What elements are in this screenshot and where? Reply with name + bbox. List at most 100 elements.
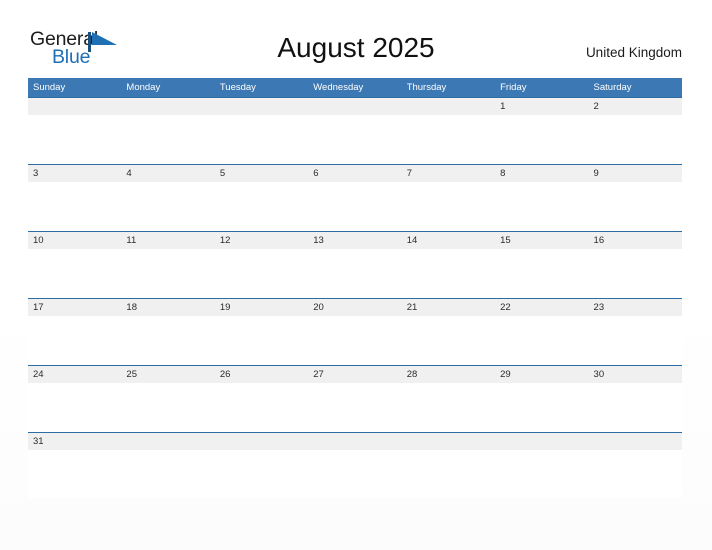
day-note-area[interactable] <box>214 182 309 230</box>
day-note-area[interactable] <box>28 316 122 364</box>
day-cell[interactable] <box>121 98 214 115</box>
weekday-header-wednesday: Wednesday <box>313 82 364 93</box>
day-cell[interactable] <box>28 98 121 115</box>
day-note-area[interactable] <box>495 249 589 297</box>
day-cell[interactable] <box>215 98 308 115</box>
day-note-area[interactable] <box>214 115 309 163</box>
day-note-area[interactable] <box>495 383 589 431</box>
week-date-strip: 1 2 <box>28 98 682 115</box>
day-note-area[interactable] <box>308 450 402 498</box>
day-note-area[interactable] <box>214 249 309 297</box>
day-note-area[interactable] <box>214 450 309 498</box>
week-row: 3 4 5 6 7 8 9 <box>28 164 682 231</box>
day-cell[interactable]: 10 <box>28 232 121 249</box>
day-note-area[interactable] <box>495 115 589 163</box>
day-cell[interactable]: 16 <box>589 232 682 249</box>
day-note-area[interactable] <box>121 450 215 498</box>
day-cell[interactable] <box>215 433 308 450</box>
day-note-area[interactable] <box>495 182 589 230</box>
day-cell[interactable]: 6 <box>308 165 401 182</box>
day-note-area[interactable] <box>308 182 402 230</box>
day-note-area[interactable] <box>588 450 682 498</box>
day-cell[interactable]: 26 <box>215 366 308 383</box>
day-cell[interactable]: 12 <box>215 232 308 249</box>
day-note-area[interactable] <box>401 316 496 364</box>
day-note-area[interactable] <box>28 249 122 297</box>
day-note-area[interactable] <box>588 115 682 163</box>
day-cell[interactable]: 13 <box>308 232 401 249</box>
day-note-area[interactable] <box>214 316 309 364</box>
day-note-area[interactable] <box>588 316 682 364</box>
day-note-area[interactable] <box>588 383 682 431</box>
day-cell[interactable]: 7 <box>402 165 495 182</box>
day-cell[interactable] <box>402 433 495 450</box>
day-cell[interactable]: 30 <box>589 366 682 383</box>
week-body <box>28 450 682 498</box>
day-cell[interactable]: 15 <box>495 232 588 249</box>
day-cell[interactable]: 22 <box>495 299 588 316</box>
day-cell[interactable]: 25 <box>121 366 214 383</box>
day-note-area[interactable] <box>308 115 402 163</box>
day-cell[interactable]: 27 <box>308 366 401 383</box>
day-cell[interactable]: 31 <box>28 433 121 450</box>
day-note-area[interactable] <box>28 115 122 163</box>
day-note-area[interactable] <box>28 383 122 431</box>
week-date-strip: 17 18 19 20 21 22 23 <box>28 299 682 316</box>
day-cell[interactable]: 17 <box>28 299 121 316</box>
day-note-area[interactable] <box>495 450 589 498</box>
week-date-strip: 24 25 26 27 28 29 30 <box>28 366 682 383</box>
day-cell[interactable]: 18 <box>121 299 214 316</box>
weekday-header-monday: Monday <box>126 82 161 93</box>
day-note-area[interactable] <box>28 182 122 230</box>
day-note-area[interactable] <box>121 249 215 297</box>
week-row: 10 11 12 13 14 15 16 <box>28 231 682 298</box>
day-note-area[interactable] <box>401 115 496 163</box>
day-note-area[interactable] <box>121 182 215 230</box>
day-note-area[interactable] <box>495 316 589 364</box>
day-note-area[interactable] <box>28 450 122 498</box>
day-cell[interactable]: 14 <box>402 232 495 249</box>
day-cell[interactable]: 24 <box>28 366 121 383</box>
day-cell[interactable] <box>495 433 588 450</box>
day-cell[interactable]: 9 <box>589 165 682 182</box>
day-note-area[interactable] <box>588 249 682 297</box>
day-note-area[interactable] <box>401 182 496 230</box>
day-cell[interactable]: 19 <box>215 299 308 316</box>
day-cell[interactable] <box>121 433 214 450</box>
day-cell[interactable]: 29 <box>495 366 588 383</box>
day-cell[interactable] <box>402 98 495 115</box>
day-note-area[interactable] <box>121 316 215 364</box>
day-cell[interactable]: 11 <box>121 232 214 249</box>
week-row: 17 18 19 20 21 22 23 <box>28 298 682 365</box>
day-cell[interactable]: 1 <box>495 98 588 115</box>
day-cell[interactable]: 28 <box>402 366 495 383</box>
weekday-header-friday: Friday <box>500 82 527 93</box>
page-header: General Blue August 2025 United Kingdom <box>0 0 712 78</box>
day-cell[interactable]: 21 <box>402 299 495 316</box>
week-body <box>28 249 682 297</box>
day-note-area[interactable] <box>121 383 215 431</box>
day-cell[interactable]: 23 <box>589 299 682 316</box>
weekday-header-thursday: Thursday <box>406 82 447 93</box>
weekday-header-sunday: Sunday <box>33 82 66 93</box>
day-cell[interactable]: 3 <box>28 165 121 182</box>
day-note-area[interactable] <box>401 383 496 431</box>
day-cell[interactable]: 5 <box>215 165 308 182</box>
day-cell[interactable]: 8 <box>495 165 588 182</box>
week-row: 31 <box>28 432 682 499</box>
day-note-area[interactable] <box>401 249 496 297</box>
day-note-area[interactable] <box>308 316 402 364</box>
day-cell[interactable]: 2 <box>589 98 682 115</box>
day-note-area[interactable] <box>121 115 215 163</box>
day-cell[interactable] <box>308 98 401 115</box>
day-cell[interactable] <box>589 433 682 450</box>
day-note-area[interactable] <box>214 383 309 431</box>
day-cell[interactable] <box>308 433 401 450</box>
day-note-area[interactable] <box>588 182 682 230</box>
day-cell[interactable]: 20 <box>308 299 401 316</box>
day-note-area[interactable] <box>401 450 496 498</box>
week-body <box>28 115 682 163</box>
day-cell[interactable]: 4 <box>121 165 214 182</box>
day-note-area[interactable] <box>308 249 402 297</box>
day-note-area[interactable] <box>308 383 402 431</box>
